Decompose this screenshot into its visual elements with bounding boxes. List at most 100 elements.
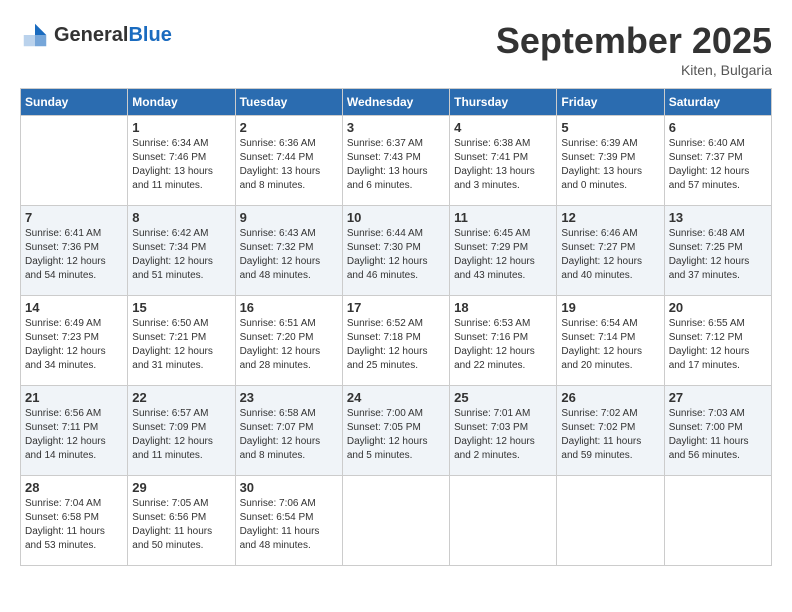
day-info: Sunrise: 6:57 AMSunset: 7:09 PMDaylight:… — [132, 407, 230, 463]
day-number: 16 — [240, 300, 338, 315]
day-number: 21 — [25, 390, 123, 405]
calendar-table: SundayMondayTuesdayWednesdayThursdayFrid… — [20, 88, 772, 566]
day-number: 18 — [454, 300, 552, 315]
day-info: Sunrise: 7:05 AMSunset: 6:56 PMDaylight:… — [132, 497, 230, 553]
day-number: 29 — [132, 480, 230, 495]
day-info: Sunrise: 6:50 AMSunset: 7:21 PMDaylight:… — [132, 317, 230, 373]
calendar-day-cell: 5 Sunrise: 6:39 AMSunset: 7:39 PMDaylight… — [557, 116, 664, 206]
calendar-day-cell — [664, 476, 771, 566]
title-block: September 2025 Kiten, Bulgaria — [496, 20, 772, 78]
day-number: 8 — [132, 210, 230, 225]
day-number: 14 — [25, 300, 123, 315]
day-info: Sunrise: 6:34 AMSunset: 7:46 PMDaylight:… — [132, 137, 230, 193]
calendar-day-cell: 30 Sunrise: 7:06 AMSunset: 6:54 PMDayligh… — [235, 476, 342, 566]
day-number: 6 — [669, 120, 767, 135]
day-number: 9 — [240, 210, 338, 225]
day-number: 22 — [132, 390, 230, 405]
day-number: 12 — [561, 210, 659, 225]
day-number: 15 — [132, 300, 230, 315]
day-number: 5 — [561, 120, 659, 135]
weekday-header: Saturday — [664, 89, 771, 116]
calendar-day-cell: 8 Sunrise: 6:42 AMSunset: 7:34 PMDaylight… — [128, 206, 235, 296]
day-number: 13 — [669, 210, 767, 225]
day-number: 2 — [240, 120, 338, 135]
calendar-week-row: 28Sunrise: 7:04 AMSunset: 6:58 PMDayligh… — [21, 476, 772, 566]
calendar-header: SundayMondayTuesdayWednesdayThursdayFrid… — [21, 89, 772, 116]
day-info: Sunrise: 6:43 AMSunset: 7:32 PMDaylight:… — [240, 227, 338, 283]
day-info: Sunrise: 6:56 AMSunset: 7:11 PMDaylight:… — [25, 407, 123, 463]
day-info: Sunrise: 6:55 AMSunset: 7:12 PMDaylight:… — [669, 317, 767, 373]
calendar-day-cell — [450, 476, 557, 566]
weekday-header: Monday — [128, 89, 235, 116]
calendar-day-cell: 3Sunrise: 6:37 AMSunset: 7:43 PMDaylight… — [342, 116, 449, 206]
day-info: Sunrise: 6:45 AMSunset: 7:29 PMDaylight:… — [454, 227, 552, 283]
location: Kiten, Bulgaria — [496, 62, 772, 78]
month-title: September 2025 — [496, 20, 772, 62]
day-number: 30 — [240, 480, 338, 495]
day-info: Sunrise: 7:03 AMSunset: 7:00 PMDaylight:… — [669, 407, 767, 463]
day-info: Sunrise: 6:44 AMSunset: 7:30 PMDaylight:… — [347, 227, 445, 283]
day-info: Sunrise: 6:58 AMSunset: 7:07 PMDaylight:… — [240, 407, 338, 463]
calendar-day-cell: 6Sunrise: 6:40 AMSunset: 7:37 PMDaylight… — [664, 116, 771, 206]
calendar-day-cell: 16 Sunrise: 6:51 AMSunset: 7:20 PMDayligh… — [235, 296, 342, 386]
page-header: GeneralBlue September 2025 Kiten, Bulgar… — [20, 20, 772, 78]
day-number: 19 — [561, 300, 659, 315]
day-info: Sunrise: 7:00 AMSunset: 7:05 PMDaylight:… — [347, 407, 445, 463]
calendar-day-cell — [21, 116, 128, 206]
day-info: Sunrise: 6:39 AMSunset: 7:39 PMDaylight:… — [561, 137, 659, 193]
day-number: 10 — [347, 210, 445, 225]
day-info: Sunrise: 6:46 AMSunset: 7:27 PMDaylight:… — [561, 227, 659, 283]
day-info: Sunrise: 7:02 AMSunset: 7:02 PMDaylight:… — [561, 407, 659, 463]
calendar-body: 1 Sunrise: 6:34 AMSunset: 7:46 PMDaylight… — [21, 116, 772, 566]
logo-text-general: General — [54, 24, 128, 46]
calendar-day-cell: 10 Sunrise: 6:44 AMSunset: 7:30 PMDayligh… — [342, 206, 449, 296]
calendar-day-cell — [557, 476, 664, 566]
calendar-day-cell: 17 Sunrise: 6:52 AMSunset: 7:18 PMDayligh… — [342, 296, 449, 386]
calendar-week-row: 14Sunrise: 6:49 AMSunset: 7:23 PMDayligh… — [21, 296, 772, 386]
calendar-week-row: 7Sunrise: 6:41 AMSunset: 7:36 PMDaylight… — [21, 206, 772, 296]
calendar-day-cell: 24Sunrise: 7:00 AMSunset: 7:05 PMDayligh… — [342, 386, 449, 476]
day-info: Sunrise: 6:51 AMSunset: 7:20 PMDaylight:… — [240, 317, 338, 373]
day-number: 7 — [25, 210, 123, 225]
calendar-day-cell: 18 Sunrise: 6:53 AMSunset: 7:16 PMDayligh… — [450, 296, 557, 386]
calendar-day-cell: 12 Sunrise: 6:46 AMSunset: 7:27 PMDayligh… — [557, 206, 664, 296]
calendar-day-cell: 25Sunrise: 7:01 AMSunset: 7:03 PMDayligh… — [450, 386, 557, 476]
calendar-day-cell: 19 Sunrise: 6:54 AMSunset: 7:14 PMDayligh… — [557, 296, 664, 386]
logo-icon — [20, 20, 50, 50]
calendar-day-cell: 7Sunrise: 6:41 AMSunset: 7:36 PMDaylight… — [21, 206, 128, 296]
day-number: 17 — [347, 300, 445, 315]
day-info: Sunrise: 6:36 AMSunset: 7:44 PMDaylight:… — [240, 137, 338, 193]
day-info: Sunrise: 6:48 AMSunset: 7:25 PMDaylight:… — [669, 227, 767, 283]
day-number: 28 — [25, 480, 123, 495]
calendar-day-cell: 23 Sunrise: 6:58 AMSunset: 7:07 PMDayligh… — [235, 386, 342, 476]
weekday-header: Tuesday — [235, 89, 342, 116]
day-info: Sunrise: 6:54 AMSunset: 7:14 PMDaylight:… — [561, 317, 659, 373]
calendar-day-cell: 21 Sunrise: 6:56 AMSunset: 7:11 PMDayligh… — [21, 386, 128, 476]
calendar-day-cell: 14Sunrise: 6:49 AMSunset: 7:23 PMDayligh… — [21, 296, 128, 386]
weekday-header: Friday — [557, 89, 664, 116]
day-number: 25 — [454, 390, 552, 405]
calendar-day-cell: 29 Sunrise: 7:05 AMSunset: 6:56 PMDayligh… — [128, 476, 235, 566]
calendar-day-cell: 26Sunrise: 7:02 AMSunset: 7:02 PMDayligh… — [557, 386, 664, 476]
day-number: 20 — [669, 300, 767, 315]
calendar-day-cell: 28Sunrise: 7:04 AMSunset: 6:58 PMDayligh… — [21, 476, 128, 566]
day-info: Sunrise: 6:42 AMSunset: 7:34 PMDaylight:… — [132, 227, 230, 283]
day-info: Sunrise: 7:06 AMSunset: 6:54 PMDaylight:… — [240, 497, 338, 553]
calendar-week-row: 1 Sunrise: 6:34 AMSunset: 7:46 PMDaylight… — [21, 116, 772, 206]
calendar-day-cell: 4 Sunrise: 6:38 AMSunset: 7:41 PMDaylight… — [450, 116, 557, 206]
logo: GeneralBlue — [20, 20, 172, 50]
day-number: 1 — [132, 120, 230, 135]
calendar-day-cell: 15 Sunrise: 6:50 AMSunset: 7:21 PMDayligh… — [128, 296, 235, 386]
logo-text-blue: Blue — [128, 24, 171, 46]
day-info: Sunrise: 6:38 AMSunset: 7:41 PMDaylight:… — [454, 137, 552, 193]
day-number: 27 — [669, 390, 767, 405]
day-number: 23 — [240, 390, 338, 405]
weekday-header: Thursday — [450, 89, 557, 116]
day-number: 4 — [454, 120, 552, 135]
day-info: Sunrise: 6:53 AMSunset: 7:16 PMDaylight:… — [454, 317, 552, 373]
calendar-day-cell — [342, 476, 449, 566]
day-info: Sunrise: 6:52 AMSunset: 7:18 PMDaylight:… — [347, 317, 445, 373]
calendar-day-cell: 2 Sunrise: 6:36 AMSunset: 7:44 PMDaylight… — [235, 116, 342, 206]
calendar-day-cell: 27 Sunrise: 7:03 AMSunset: 7:00 PMDayligh… — [664, 386, 771, 476]
calendar-day-cell: 9 Sunrise: 6:43 AMSunset: 7:32 PMDaylight… — [235, 206, 342, 296]
